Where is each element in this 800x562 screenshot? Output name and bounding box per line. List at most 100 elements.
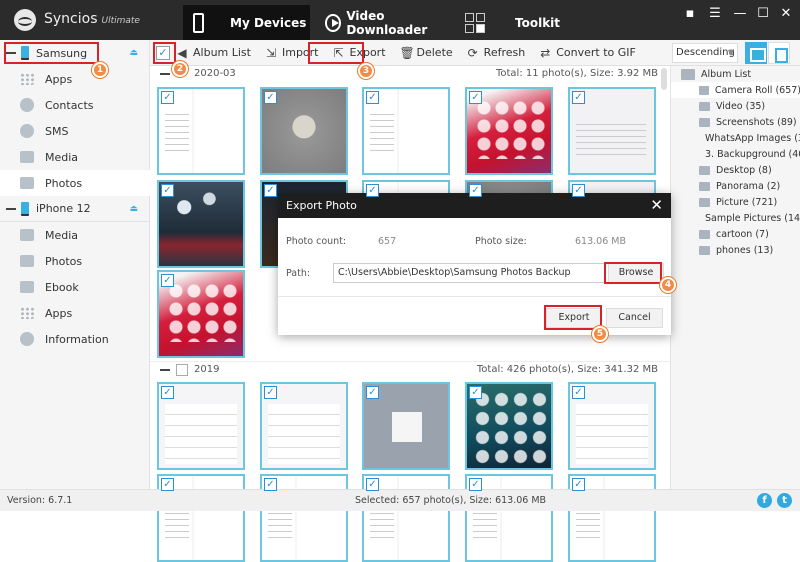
maximize-button[interactable]: ☐: [753, 6, 773, 21]
album-item[interactable]: Desktop (8): [671, 162, 800, 178]
tab-toolkit[interactable]: Toolkit: [465, 5, 585, 40]
sidebar-item-apps[interactable]: Apps: [0, 66, 150, 92]
photo-checkbox[interactable]: ✓: [161, 386, 174, 399]
photo-checkbox[interactable]: ✓: [469, 386, 482, 399]
sidebar-item-information[interactable]: Information: [0, 326, 150, 352]
photo-thumbnail[interactable]: ✓: [465, 474, 553, 562]
phone-icon: [21, 201, 29, 216]
photo-thumbnail[interactable]: ✓: [260, 474, 348, 562]
device-iphone-12[interactable]: iPhone 12 ⏏: [0, 196, 150, 222]
collapse-icon[interactable]: [6, 207, 16, 210]
photo-checkbox[interactable]: ✓: [469, 91, 482, 104]
photo-checkbox[interactable]: ✓: [264, 91, 277, 104]
tab-video-downloader[interactable]: Video Downloader: [325, 5, 455, 40]
album-item[interactable]: WhatsApp Images (3): [671, 130, 800, 146]
album-item[interactable]: Sample Pictures (14): [671, 210, 800, 226]
cancel-button[interactable]: Cancel: [606, 308, 663, 328]
sidebar-item-apps[interactable]: Apps: [0, 300, 150, 326]
photo-thumbnail[interactable]: ✓: [465, 87, 553, 175]
group-checkbox[interactable]: [176, 364, 188, 376]
close-icon[interactable]: ✕: [650, 193, 663, 218]
photo-checkbox[interactable]: ✓: [366, 386, 379, 399]
sort-order-select[interactable]: Descending ▼: [672, 43, 738, 63]
image-icon: [699, 245, 710, 255]
group-date: 2019: [194, 364, 220, 375]
facebook-icon[interactable]: f: [757, 493, 772, 508]
photo-checkbox[interactable]: ✓: [161, 274, 174, 287]
photo-thumbnail[interactable]: ✓: [157, 474, 245, 562]
collapse-icon[interactable]: [160, 369, 170, 371]
sidebar-item-label: SMS: [45, 124, 69, 138]
eject-icon[interactable]: ⏏: [129, 204, 138, 214]
photo-checkbox[interactable]: ✓: [366, 478, 379, 491]
sidebar-item-ebook[interactable]: Ebook: [0, 274, 150, 300]
sidebar-item-sms[interactable]: SMS: [0, 118, 150, 144]
photo-checkbox[interactable]: ✓: [161, 478, 174, 491]
refresh-label: Refresh: [483, 46, 526, 59]
photo-checkbox[interactable]: ✓: [161, 91, 174, 104]
photo-checkbox[interactable]: ✓: [469, 478, 482, 491]
refresh-button[interactable]: ⟳ Refresh: [467, 46, 526, 59]
photo-checkbox[interactable]: ✓: [469, 184, 482, 197]
convert-gif-button[interactable]: ⇄ Convert to GIF: [539, 46, 636, 59]
album-label: 3. Backupground (40): [705, 148, 800, 160]
sidebar-item-contacts[interactable]: Contacts: [0, 92, 150, 118]
twitter-icon[interactable]: t: [777, 493, 792, 508]
photo-checkbox[interactable]: ✓: [572, 91, 585, 104]
album-item[interactable]: Picture (721): [671, 194, 800, 210]
scrollbar[interactable]: [661, 68, 667, 90]
collapse-icon[interactable]: [160, 73, 170, 75]
photo-thumbnail[interactable]: ✓: [260, 382, 348, 470]
photos-icon: [20, 255, 34, 267]
photo-thumbnail[interactable]: ✓: [465, 382, 553, 470]
minimize-button[interactable]: —: [730, 6, 750, 21]
media-tv-icon: [20, 151, 34, 163]
album-item[interactable]: phones (13): [671, 242, 800, 258]
photo-thumbnail[interactable]: ✓: [157, 382, 245, 470]
photo-thumbnail[interactable]: ✓: [362, 474, 450, 562]
eject-icon[interactable]: ⏏: [129, 48, 138, 58]
photo-checkbox[interactable]: ✓: [366, 91, 379, 104]
delete-button[interactable]: 🗑 Delete: [400, 46, 453, 59]
photo-thumbnail[interactable]: ✓: [157, 270, 245, 358]
highlight-export: [308, 42, 364, 64]
photo-count-label: Photo count:: [286, 236, 347, 247]
album-item[interactable]: Camera Roll (657): [671, 82, 800, 98]
close-button[interactable]: ✕: [776, 6, 796, 21]
photo-thumbnail[interactable]: ✓: [260, 87, 348, 175]
photo-thumbnail[interactable]: ✓: [568, 382, 656, 470]
photo-thumbnail[interactable]: ✓: [568, 87, 656, 175]
photo-checkbox[interactable]: ✓: [572, 478, 585, 491]
sidebar-item-label: Apps: [45, 306, 73, 320]
photo-thumbnail[interactable]: ✓: [362, 382, 450, 470]
sidebar-item-photos[interactable]: Photos: [0, 170, 150, 196]
album-item[interactable]: cartoon (7): [671, 226, 800, 242]
group-total: Total: 426 photo(s), Size: 341.32 MB: [476, 364, 658, 375]
sidebar-item-photos[interactable]: Photos: [0, 248, 150, 274]
album-item[interactable]: Panorama (2): [671, 178, 800, 194]
path-input[interactable]: C:\Users\Abbie\Desktop\Samsung Photos Ba…: [333, 263, 605, 283]
clipboard-view-button[interactable]: [768, 42, 790, 64]
photo-thumbnail[interactable]: ✓: [362, 87, 450, 175]
calendar-view-button[interactable]: [745, 42, 767, 64]
feedback-icon[interactable]: ▪: [680, 6, 700, 21]
photo-thumbnail[interactable]: ✓: [157, 180, 245, 268]
photo-checkbox[interactable]: ✓: [572, 184, 585, 197]
photo-checkbox[interactable]: ✓: [264, 478, 277, 491]
photo-checkbox[interactable]: ✓: [264, 184, 277, 197]
album-item[interactable]: Screenshots (89): [671, 114, 800, 130]
album-item[interactable]: 3. Backupground (40): [671, 146, 800, 162]
photo-thumbnail[interactable]: ✓: [157, 87, 245, 175]
sidebar-item-media[interactable]: Media: [0, 144, 150, 170]
photo-checkbox[interactable]: ✓: [264, 386, 277, 399]
tab-my-devices[interactable]: My Devices: [183, 5, 310, 40]
photo-thumbnail[interactable]: ✓: [568, 474, 656, 562]
album-list-button[interactable]: ◀ Album List: [176, 46, 251, 59]
photo-checkbox[interactable]: ✓: [161, 184, 174, 197]
menu-icon[interactable]: ☰: [705, 6, 725, 21]
photo-checkbox[interactable]: ✓: [572, 386, 585, 399]
photo-checkbox[interactable]: ✓: [366, 184, 379, 197]
dialog-title: Export Photo: [286, 199, 357, 212]
sidebar-item-media[interactable]: Media: [0, 222, 150, 248]
album-item[interactable]: Video (35): [671, 98, 800, 114]
